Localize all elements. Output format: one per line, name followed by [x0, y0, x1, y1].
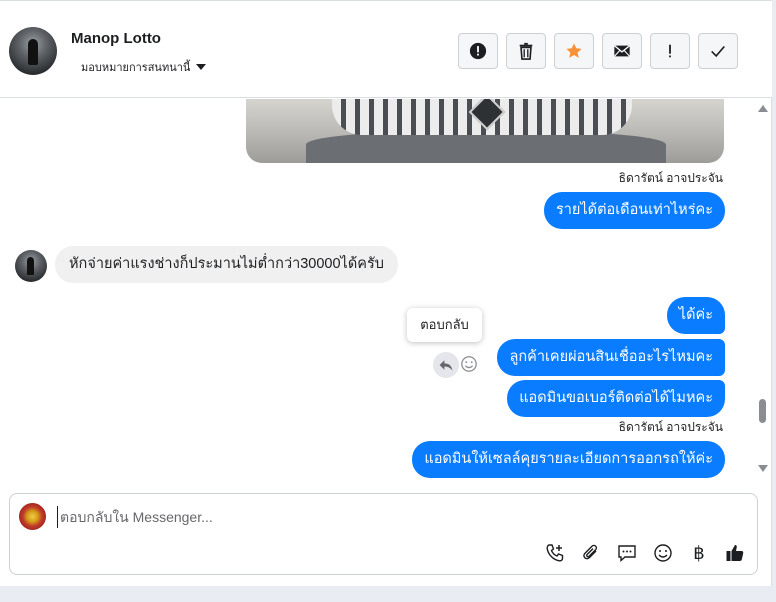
thread-scrollbar[interactable] [756, 99, 770, 483]
emoji-icon[interactable] [652, 542, 674, 564]
messenger-conversation-panel: Manop Lotto มอบหมายการสนทนานี้ ธิดารัตน์… [0, 0, 772, 586]
outgoing-message[interactable]: รายได้ต่อเดือนเท่าไหร่คะ [543, 192, 725, 229]
saved-replies-icon[interactable] [616, 542, 638, 564]
conversation-header: Manop Lotto มอบหมายการสนทนานี้ [0, 1, 772, 98]
spam-button[interactable] [458, 33, 498, 69]
reply-input[interactable] [57, 506, 657, 528]
payment-baht-icon[interactable]: ฿ [688, 542, 710, 564]
react-smiley-icon[interactable] [460, 355, 478, 373]
exclamation-icon [669, 44, 671, 58]
message-thread[interactable]: ธิดารัตน์ อาจประจัน รายได้ต่อเดือนเท่าไห… [0, 99, 756, 483]
contact-name[interactable]: Manop Lotto [71, 30, 161, 47]
reply-tooltip: ตอบกลับ [407, 308, 482, 342]
delete-button[interactable] [506, 33, 546, 69]
star-icon [566, 43, 582, 58]
mail-button[interactable] [602, 33, 642, 69]
sender-name: ธิดารัตน์ อาจประจัน [618, 420, 723, 434]
page-avatar [19, 503, 46, 530]
incoming-message[interactable]: หักจ่ายค่าแรงช่างก็ประมานไม่ต่ำกว่า30000… [55, 246, 398, 283]
flag-button[interactable] [650, 33, 690, 69]
scroll-up-arrow-icon[interactable] [758, 105, 768, 112]
alert-circle-icon [469, 42, 487, 60]
assign-conversation-dropdown[interactable]: มอบหมายการสนทนานี้ [81, 58, 207, 76]
contact-avatar-small[interactable] [15, 250, 47, 282]
caret-down-icon [196, 64, 207, 70]
contact-avatar[interactable] [9, 27, 57, 75]
like-thumbs-up-icon[interactable] [724, 542, 746, 564]
star-button[interactable] [554, 33, 594, 69]
trash-icon [519, 42, 533, 60]
sender-name: ธิดารัตน์ อาจประจัน [618, 171, 723, 185]
check-icon [711, 45, 725, 58]
reply-icon[interactable] [433, 352, 459, 378]
conversation-toolbar [458, 33, 738, 69]
composer-tools: ฿ [544, 542, 746, 564]
scroll-down-arrow-icon[interactable] [758, 465, 768, 472]
outgoing-message[interactable]: ลูกค้าเคยผ่อนสินเชื่ออะไรไหมคะ [497, 339, 725, 376]
attachment-paperclip-icon[interactable] [580, 542, 602, 564]
assign-label: มอบหมายการสนทนานี้ [81, 62, 191, 74]
message-composer: ฿ [9, 493, 758, 575]
done-button[interactable] [698, 33, 738, 69]
outgoing-message[interactable]: แอดมินให้เซลล์คุยรายละเอียดการออกรถให้ค่… [412, 441, 725, 478]
add-call-icon[interactable] [544, 542, 566, 564]
scroll-thumb[interactable] [759, 399, 766, 423]
attached-car-photo[interactable] [246, 99, 724, 163]
envelope-icon [613, 45, 631, 57]
outgoing-message[interactable]: ได้ค่ะ [666, 297, 725, 334]
outgoing-message[interactable]: แอดมินขอเบอร์ติดต่อได้ไมหคะ [507, 380, 725, 417]
